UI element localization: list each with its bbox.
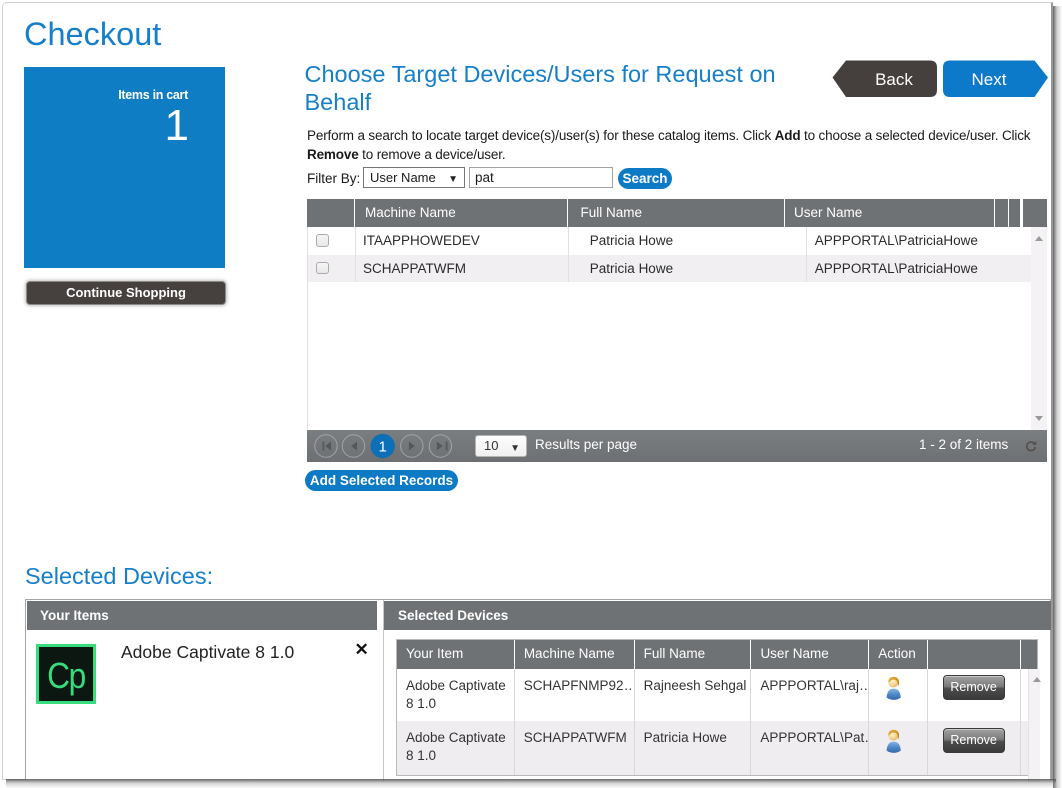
svg-text:Next: Next (971, 70, 1006, 89)
svg-text:1: 1 (379, 439, 387, 456)
svg-text:Back: Back (875, 70, 913, 89)
